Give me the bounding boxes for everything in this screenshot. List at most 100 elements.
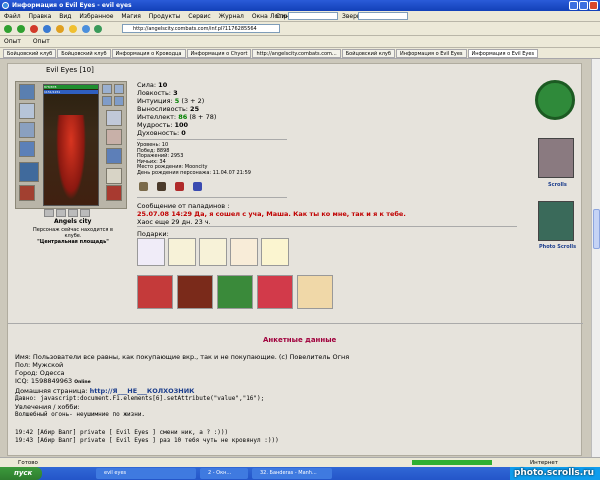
gem-2[interactable] — [56, 209, 66, 217]
links-bar: Опыт Опыт — [0, 36, 600, 48]
gift-box-2[interactable] — [177, 275, 213, 309]
badge-icon-2[interactable] — [157, 182, 166, 191]
divider-4 — [8, 323, 583, 324]
gift-card[interactable] — [297, 275, 333, 309]
link-opyt-2[interactable]: Опыт — [33, 38, 50, 45]
gifts-label: Подарки: — [137, 230, 169, 238]
char-city: Angels city — [54, 218, 92, 225]
gem-3[interactable] — [68, 209, 78, 217]
home-link[interactable]: http://Я___НЕ___КОЛХОЗНИК — [90, 387, 195, 395]
tab-bar: Бойцовский клуб Бойцовский клуб Информац… — [0, 48, 600, 59]
chat-log: 19:42 [Абир Валг] private [ Evil Eyes ] … — [15, 429, 279, 445]
status-bar: Готово Интернет — [0, 457, 600, 467]
menu-products[interactable]: Продукты — [149, 13, 181, 20]
item-slot[interactable] — [106, 148, 122, 164]
boots-right-slot[interactable] — [106, 185, 122, 201]
gift-box-3[interactable] — [217, 275, 253, 309]
boots-left-slot[interactable] — [19, 185, 35, 201]
tab-info-evil-2[interactable]: Информация о Evil Eyes — [467, 49, 539, 58]
address-bar[interactable]: http://angelscity.combats.com/inf.pl?117… — [122, 24, 280, 33]
home-icon[interactable] — [55, 24, 64, 33]
gift-cup[interactable] — [261, 238, 289, 266]
hobby-label: Увлечения / хобби: — [15, 403, 80, 411]
chat-line: 19:42 [Абир Валг] private [ Evil Eyes ] … — [15, 429, 229, 436]
history-icon[interactable] — [94, 24, 103, 33]
task-evil-eyes[interactable]: evil eyes — [96, 468, 196, 479]
star-icon[interactable] — [68, 24, 77, 33]
minimize-button[interactable] — [569, 1, 578, 10]
forward-icon[interactable] — [16, 24, 25, 33]
char-name: Evil Eyes — [46, 66, 78, 74]
gem-1[interactable] — [44, 209, 54, 217]
ring-slot-3[interactable] — [102, 96, 112, 106]
gloves-slot[interactable] — [106, 110, 122, 126]
stat-int-bonus: (3 + 2) — [181, 97, 205, 105]
badge-icon-4[interactable] — [193, 182, 202, 191]
beast-field[interactable] — [358, 12, 408, 20]
ring-slot-4[interactable] — [114, 96, 124, 106]
tab-info-evil-1[interactable]: Информация о Evil Eyes — [395, 49, 467, 58]
tab-club-2[interactable]: Бойцовский клуб — [57, 49, 111, 58]
gift-box-1[interactable] — [137, 275, 173, 309]
menu-journal[interactable]: Журнал — [219, 13, 244, 20]
menu-magic[interactable]: Магия — [121, 13, 141, 20]
watermark-text: photo.scrolls.ru — [513, 468, 594, 478]
anket-davno: Давно: javascript:document.F1.elements[6… — [15, 395, 265, 402]
gem-4[interactable] — [80, 209, 90, 217]
weapon-slot[interactable] — [19, 122, 35, 138]
shield-slot[interactable] — [106, 129, 122, 145]
icq-status: Online — [74, 380, 91, 385]
maximize-button[interactable] — [579, 1, 588, 10]
gift-hat[interactable] — [137, 238, 165, 266]
ring-slot-2[interactable] — [114, 84, 124, 94]
tab-angelscity[interactable]: http://angelscity.combats.com... — [252, 49, 341, 58]
armor-slot[interactable] — [19, 141, 35, 157]
search-icon[interactable] — [81, 24, 90, 33]
stop-icon[interactable] — [29, 24, 38, 33]
tab-info-chyort[interactable]: Информация о Chyort — [186, 49, 252, 58]
emblem-icon[interactable] — [535, 80, 575, 120]
gift-medal-1[interactable] — [168, 238, 196, 266]
photo-scrolls-banner[interactable] — [538, 201, 574, 241]
scrolls-banner[interactable] — [538, 138, 574, 178]
window-titlebar: Информация о Evil Eyes - evil eyes — [0, 0, 600, 11]
belt-slot[interactable] — [19, 162, 39, 182]
divider-2 — [137, 197, 287, 198]
empty-slot[interactable] — [106, 168, 122, 184]
gift-medal-2[interactable] — [199, 238, 227, 266]
character-panel: 878/878 1151/1151 — [15, 81, 127, 217]
refresh-icon[interactable] — [42, 24, 51, 33]
tab-club-3[interactable]: Бойцовский клуб — [341, 49, 395, 58]
link-opyt-1[interactable]: Опыт — [4, 38, 21, 45]
tab-club-1[interactable]: Бойцовский клуб — [3, 49, 57, 58]
task-music[interactable]: 32. Банderas - Manh... — [252, 468, 332, 479]
vertical-scrollbar[interactable] — [591, 59, 600, 457]
gift-mug[interactable] — [230, 238, 258, 266]
menu-windows[interactable]: Окна — [252, 13, 268, 20]
back-icon[interactable] — [4, 24, 12, 33]
menu-view[interactable]: Вид — [59, 13, 71, 20]
close-button[interactable] — [589, 1, 598, 10]
start-button[interactable]: пуск — [0, 467, 42, 480]
message-text: 25.07.08 14:29 Да, я сошел с уча, Маша. … — [137, 210, 406, 218]
gift-heart[interactable] — [257, 275, 293, 309]
stat-intel-bonus: (8 + 78) — [189, 113, 217, 121]
stat-end-label: Выносливость: — [137, 105, 188, 113]
stat-int-label: Интуиция: — [137, 97, 173, 105]
tab-info-krovodca[interactable]: Информация о Кроводца — [111, 49, 186, 58]
bracers-slot[interactable] — [19, 103, 35, 119]
ring-slot-1[interactable] — [102, 84, 112, 94]
helm-slot[interactable] — [19, 84, 35, 100]
menu-favorites[interactable]: Избранное — [79, 13, 113, 20]
address-url: http://angelscity.combats.com/inf.pl?117… — [133, 26, 257, 32]
login-field[interactable] — [288, 12, 338, 20]
badge-icon-1[interactable] — [139, 182, 148, 191]
task-windows[interactable]: 2 - Окн... — [200, 468, 248, 479]
scroll-thumb[interactable] — [593, 209, 600, 249]
menu-edit[interactable]: Правка — [29, 13, 52, 20]
divider-3 — [137, 226, 517, 227]
menu-file[interactable]: Файл — [4, 13, 21, 20]
menu-service[interactable]: Сервис — [188, 13, 210, 20]
character-portrait — [43, 84, 99, 206]
badge-icon-3[interactable] — [175, 182, 184, 191]
